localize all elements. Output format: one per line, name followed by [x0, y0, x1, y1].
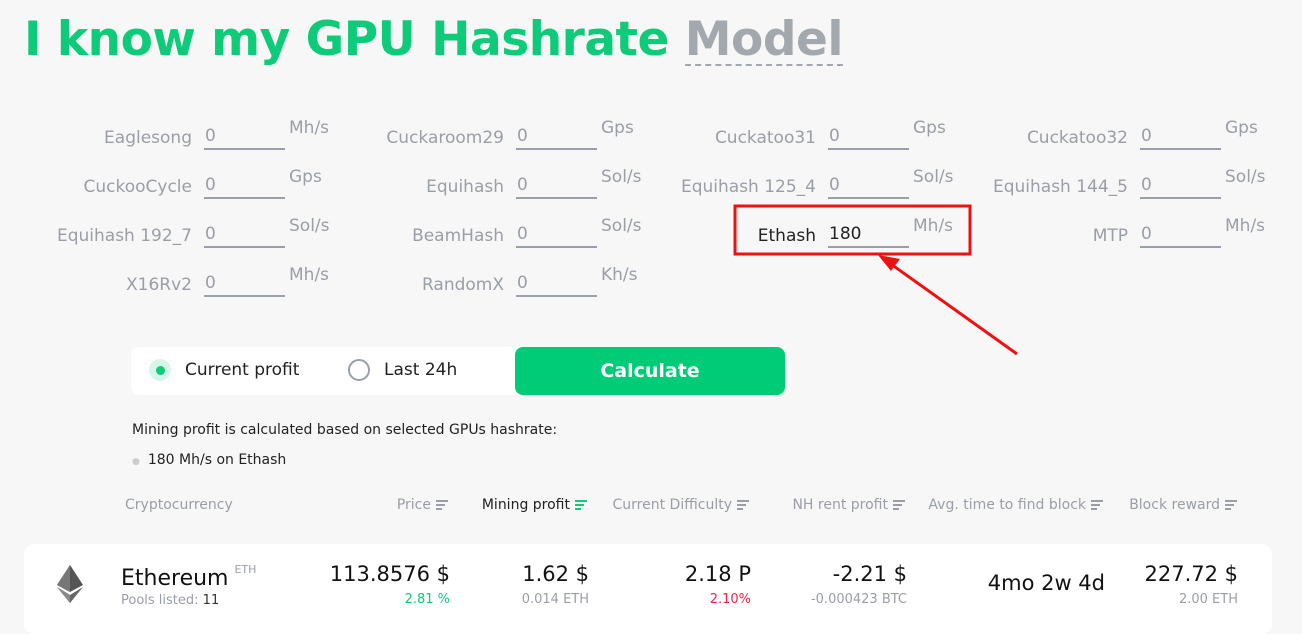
profit-cell: 1.62 $0.014 ETH	[521, 562, 589, 607]
field-unit: Kh/s	[601, 265, 638, 285]
hashrate-field-cuckatoo31: Cuckatoo31Gps	[624, 118, 946, 150]
annotation-arrow	[887, 260, 1018, 356]
field-unit: Gps	[1225, 118, 1258, 138]
hashrate-input[interactable]	[204, 271, 285, 297]
sort-icon	[436, 498, 448, 512]
field-label: Equihash 144_5	[992, 177, 1128, 197]
hashrate-input[interactable]	[516, 271, 597, 297]
field-label: RandomX	[421, 275, 504, 295]
sort-icon	[737, 498, 749, 512]
coin-ticker: ETH	[234, 563, 257, 576]
sort-icon	[575, 498, 587, 512]
difficulty-cell: 2.18 P 2.10%	[684, 562, 751, 607]
hashrate-field-x16rv2: X16Rv2Mh/s	[0, 265, 329, 297]
radio-last-24h[interactable]: Last 24h	[348, 359, 457, 381]
hashrate-field-beamhash: BeamHashSol/s	[312, 216, 642, 248]
sort-icon	[1091, 498, 1103, 512]
field-unit: Sol/s	[1225, 167, 1266, 187]
field-label: Equihash	[426, 177, 504, 197]
ethereum-icon	[57, 565, 83, 603]
field-label: Equihash 125_4	[680, 177, 816, 197]
field-label: CuckooCycle	[83, 177, 193, 197]
field-unit: Mh/s	[1225, 216, 1266, 236]
radio-current-profit[interactable]: Current profit	[149, 359, 299, 381]
column-price[interactable]: Price	[397, 497, 448, 513]
reward-cell: 227.72 $2.00 ETH	[1144, 562, 1238, 607]
annotation-overlay	[733, 204, 1018, 356]
column-avg-time-to-find-block[interactable]: Avg. time to find block	[928, 497, 1103, 513]
note-item: ● 180 Mh/s on Ethash	[132, 452, 287, 468]
field-label: Cuckatoo31	[714, 128, 816, 148]
hashrate-field-equihash-144-5: Equihash 144_5 Sol/s	[936, 167, 1266, 199]
time-cell: 4mo 2w 4d	[987, 571, 1105, 595]
field-label: Cuckatoo32	[1026, 128, 1128, 148]
model-toggle-link[interactable]: Model	[684, 15, 843, 67]
field-label: BeamHash	[412, 226, 504, 246]
hashrate-field-equihash-125-4: Equihash 125_4Sol/s	[624, 167, 954, 199]
coin-name[interactable]: Ethereum ETH	[121, 563, 256, 591]
arrow-head-icon	[878, 255, 900, 271]
profit-mode-group: Current profit Last 24h Calculate	[131, 347, 785, 395]
column-current-difficulty[interactable]: Current Difficulty	[613, 497, 749, 513]
field-label: Equihash 192_7	[56, 226, 192, 246]
sort-icon	[893, 498, 905, 512]
table-row[interactable]: Ethereum ETH Pools listed: 11 113.8576 $2…	[24, 544, 1272, 634]
radio-unchecked-icon	[348, 359, 370, 381]
hashrate-field-equihash: EquihashSol/s	[312, 167, 642, 199]
hashrate-input[interactable]	[1140, 222, 1221, 248]
hashrate-field-ethash: EthashMh/s	[624, 216, 953, 248]
price-cell: 113.8576 $2.81 %	[329, 562, 450, 607]
hashrate-input[interactable]	[516, 173, 597, 199]
hashrate-input[interactable]	[204, 222, 285, 248]
field-label: X16Rv2	[126, 275, 192, 295]
hashrate-field-mtp: MTP Mh/s	[936, 216, 1265, 248]
hashrate-field-cuckaroom29: Cuckaroom29Gps	[312, 118, 634, 150]
calculate-button[interactable]: Calculate	[515, 347, 785, 395]
hashrate-input[interactable]	[516, 222, 597, 248]
hashrate-field-randomx: RandomX Kh/s	[312, 265, 638, 297]
field-label: Cuckaroom29	[386, 128, 504, 148]
hashrate-input[interactable]	[204, 173, 285, 199]
field-label: MTP	[1092, 226, 1128, 246]
hashrate-input[interactable]	[1140, 173, 1221, 199]
column-mining-profit[interactable]: Mining profit	[482, 497, 587, 513]
field-label: Ethash	[757, 226, 816, 246]
page-title: I know my GPU Hashrate Model	[24, 12, 843, 67]
note-intro: Mining profit is calculated based on sel…	[132, 422, 558, 438]
hashrate-input[interactable]	[204, 124, 285, 150]
pools-listed: Pools listed: 11	[121, 593, 220, 608]
hashrate-field-cuckoocycle: CuckooCycleGps	[0, 167, 322, 199]
column-block-reward[interactable]: Block reward	[1129, 497, 1237, 513]
column-nh-rent-profit[interactable]: NH rent profit	[792, 497, 905, 513]
hashrate-field-cuckatoo32: Cuckatoo32 Gps	[936, 118, 1258, 150]
hashrate-input[interactable]	[516, 124, 597, 150]
field-label: Eaglesong	[104, 128, 192, 148]
hashrate-input[interactable]	[828, 173, 909, 199]
hashrate-field-eaglesong: EaglesongMh/s	[0, 118, 329, 150]
column-cryptocurrency[interactable]: Cryptocurrency	[125, 497, 233, 513]
hashrate-input[interactable]	[828, 124, 909, 150]
sort-icon	[1225, 498, 1237, 512]
hashrate-field-equihash-192-7: Equihash 192_7Sol/s	[0, 216, 330, 248]
hashrate-input[interactable]	[1140, 124, 1221, 150]
hashrate-input[interactable]	[828, 222, 909, 248]
nh-profit-cell: -2.21 $ -0.000423 BTC	[810, 562, 907, 607]
radio-checked-icon	[149, 359, 171, 381]
